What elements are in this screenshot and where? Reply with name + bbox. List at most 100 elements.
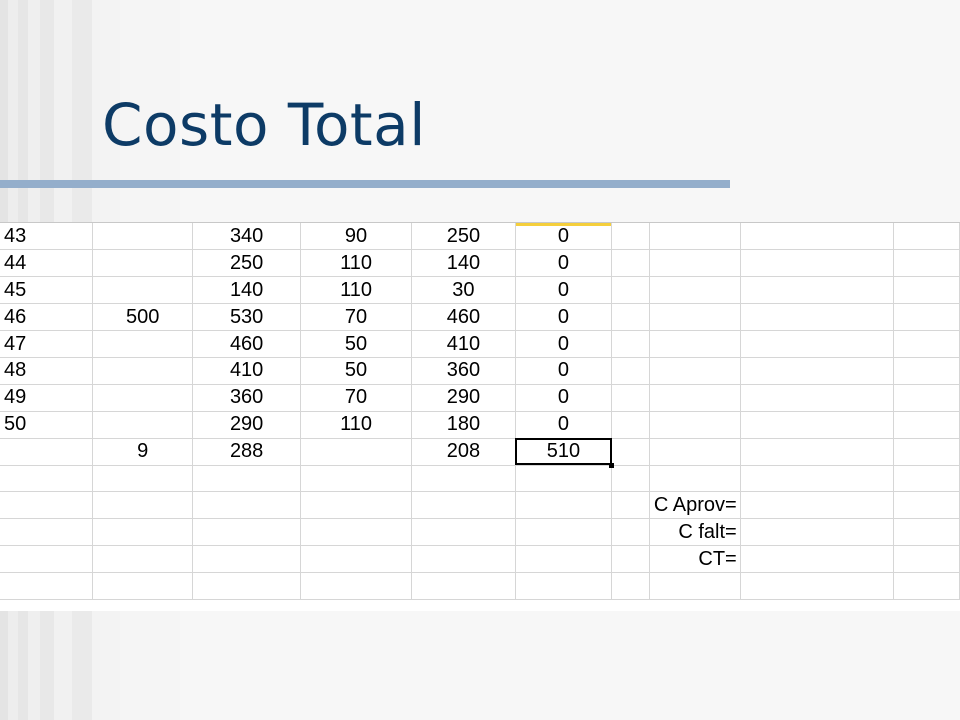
table-cell[interactable] [611, 357, 650, 385]
table-cell[interactable] [92, 572, 194, 600]
table-cell[interactable] [0, 465, 93, 493]
table-cell[interactable] [192, 518, 301, 547]
table-cell[interactable]: 0 [515, 384, 613, 412]
table-cell[interactable] [92, 545, 194, 574]
table-cell[interactable] [649, 465, 741, 493]
table-cell[interactable] [611, 438, 650, 466]
table-cell[interactable] [411, 545, 516, 574]
table-cell[interactable]: 140 [192, 276, 301, 305]
table-cell[interactable]: 110 [300, 249, 413, 278]
table-cell[interactable] [611, 330, 650, 358]
table-cell[interactable] [893, 491, 960, 520]
table-cell[interactable]: 9 [92, 438, 194, 466]
label-cell[interactable]: CT= [649, 545, 741, 574]
table-cell[interactable]: 70 [300, 303, 413, 332]
table-cell[interactable] [611, 276, 650, 305]
table-cell[interactable] [893, 438, 960, 466]
table-cell[interactable] [192, 465, 301, 493]
table-cell[interactable]: 290 [411, 384, 516, 412]
table-cell[interactable]: 50 [300, 330, 413, 358]
table-cell[interactable] [740, 249, 895, 278]
table-cell[interactable] [611, 545, 650, 574]
table-cell[interactable] [893, 411, 960, 439]
table-cell[interactable] [611, 411, 650, 439]
table-cell[interactable] [611, 518, 650, 547]
table-cell[interactable] [740, 518, 895, 547]
table-cell[interactable] [515, 545, 613, 574]
table-cell[interactable]: 0 [515, 276, 613, 305]
table-cell[interactable] [611, 465, 650, 493]
table-cell[interactable]: 0 [515, 223, 613, 251]
table-cell[interactable] [740, 438, 895, 466]
table-cell[interactable]: 0 [515, 330, 613, 358]
selected-cell[interactable]: 510 [515, 438, 614, 467]
table-cell[interactable]: 45 [0, 276, 93, 305]
table-cell[interactable]: 70 [300, 384, 413, 412]
table-cell[interactable]: 460 [411, 303, 516, 332]
table-cell[interactable] [893, 276, 960, 305]
table-cell[interactable] [649, 249, 741, 278]
table-cell[interactable] [300, 572, 413, 600]
table-cell[interactable] [611, 384, 650, 412]
table-cell[interactable] [893, 518, 960, 547]
table-cell[interactable] [893, 249, 960, 278]
table-cell[interactable] [740, 303, 895, 332]
table-cell[interactable]: 250 [411, 223, 516, 251]
label-cell[interactable]: C falt= [649, 518, 741, 547]
table-cell[interactable]: 0 [515, 411, 613, 439]
table-cell[interactable] [893, 303, 960, 332]
table-cell[interactable] [92, 249, 194, 278]
table-cell[interactable]: 360 [411, 357, 516, 385]
table-cell[interactable]: 250 [192, 249, 301, 278]
table-cell[interactable]: 50 [0, 411, 93, 439]
table-cell[interactable] [92, 465, 194, 493]
table-cell[interactable]: 290 [192, 411, 301, 439]
table-cell[interactable]: 47 [0, 330, 93, 358]
table-cell[interactable] [740, 357, 895, 385]
table-cell[interactable] [893, 357, 960, 385]
table-cell[interactable] [92, 518, 194, 547]
table-cell[interactable] [92, 491, 194, 520]
table-cell[interactable]: 110 [300, 276, 413, 305]
table-cell[interactable] [192, 572, 301, 600]
table-cell[interactable] [740, 384, 895, 412]
table-cell[interactable]: 110 [300, 411, 413, 439]
table-cell[interactable]: 530 [192, 303, 301, 332]
table-cell[interactable]: 180 [411, 411, 516, 439]
table-cell[interactable] [893, 384, 960, 412]
table-cell[interactable] [515, 491, 613, 520]
table-cell[interactable] [192, 491, 301, 520]
table-cell[interactable] [92, 357, 194, 385]
table-cell[interactable] [300, 518, 413, 547]
table-cell[interactable] [649, 357, 741, 385]
table-cell[interactable] [0, 491, 93, 520]
table-cell[interactable] [192, 545, 301, 574]
table-cell[interactable] [740, 491, 895, 520]
table-cell[interactable]: 140 [411, 249, 516, 278]
table-cell[interactable] [893, 465, 960, 493]
table-cell[interactable] [649, 572, 741, 600]
table-cell[interactable]: 49 [0, 384, 93, 412]
table-cell[interactable]: 0 [515, 303, 613, 332]
table-cell[interactable]: 460 [192, 330, 301, 358]
table-cell[interactable]: 44 [0, 249, 93, 278]
table-cell[interactable] [300, 438, 413, 466]
table-cell[interactable] [92, 223, 194, 251]
table-cell[interactable] [411, 465, 516, 493]
table-cell[interactable] [0, 518, 93, 547]
table-cell[interactable] [740, 545, 895, 574]
table-cell[interactable] [0, 572, 93, 600]
table-cell[interactable] [611, 491, 650, 520]
table-cell[interactable] [92, 276, 194, 305]
table-cell[interactable] [92, 384, 194, 412]
table-cell[interactable]: 410 [411, 330, 516, 358]
table-cell[interactable] [740, 276, 895, 305]
table-cell[interactable] [649, 384, 741, 412]
table-cell[interactable] [740, 411, 895, 439]
table-cell[interactable]: 0 [515, 357, 613, 385]
table-cell[interactable] [411, 572, 516, 600]
table-cell[interactable] [740, 572, 895, 600]
table-cell[interactable]: 48 [0, 357, 93, 385]
table-cell[interactable] [649, 276, 741, 305]
table-cell[interactable]: 90 [300, 223, 413, 251]
